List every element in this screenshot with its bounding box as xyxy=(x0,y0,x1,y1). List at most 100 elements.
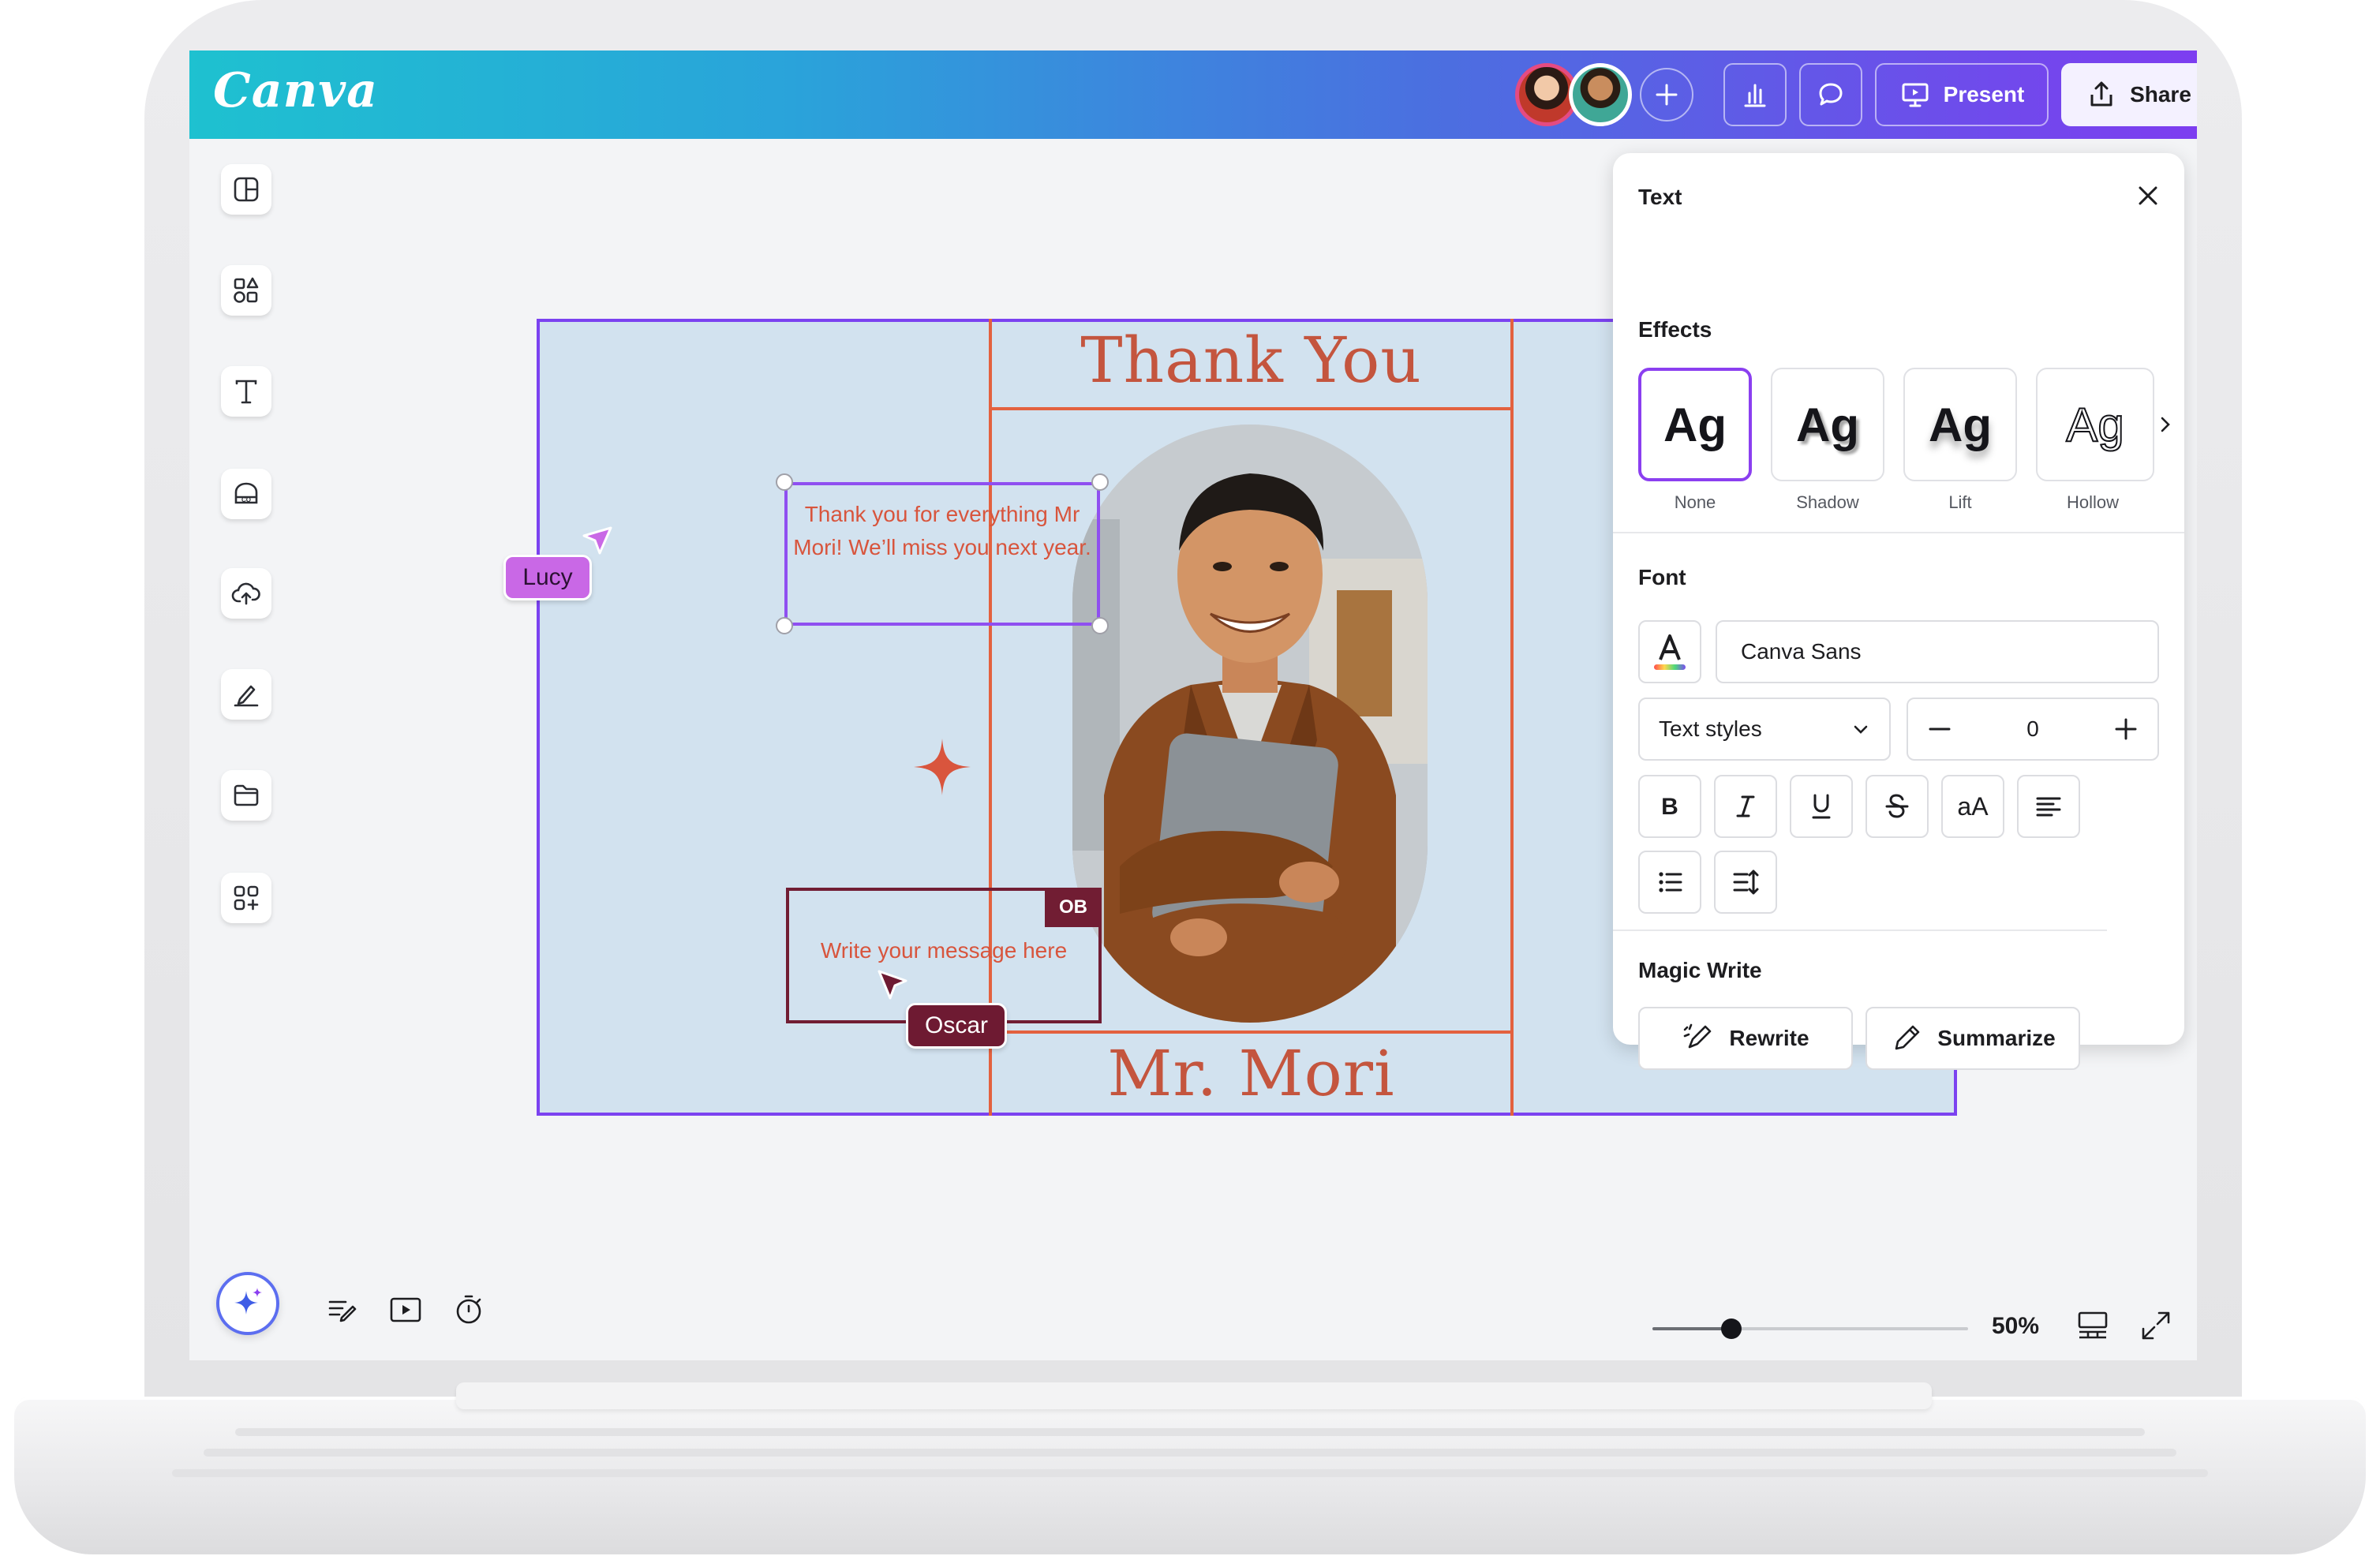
pencil-icon xyxy=(1895,1025,1920,1050)
summarize-button[interactable]: Summarize xyxy=(1865,1007,2080,1070)
message-placeholder-text[interactable]: Write your message here xyxy=(821,938,1067,963)
font-size-stepper[interactable]: 0 xyxy=(1907,698,2159,761)
resize-handle[interactable] xyxy=(1091,473,1109,491)
share-button[interactable]: Share xyxy=(2061,63,2197,126)
italic-icon xyxy=(1736,795,1755,817)
chevron-right-icon[interactable] xyxy=(2156,413,2175,436)
keyboard-row xyxy=(235,1428,2145,1436)
section-divider xyxy=(1613,532,2184,533)
canva-editor-screen: Canva Present Share CO Thank You Mr. Mor… xyxy=(189,50,2197,1360)
text-color-icon xyxy=(1654,634,1686,670)
magic-button[interactable] xyxy=(216,1272,279,1335)
text-styles-label: Text styles xyxy=(1659,716,1762,741)
rail-projects-button[interactable] xyxy=(221,770,271,821)
canva-logo[interactable]: Canva xyxy=(213,63,378,118)
keyboard-row xyxy=(172,1469,2208,1477)
bar-chart-icon xyxy=(1744,84,1766,107)
collaborator-cursor-lucy: Lucy xyxy=(503,555,592,600)
timer-icon[interactable] xyxy=(451,1292,486,1327)
page-grid-icon[interactable] xyxy=(2075,1308,2110,1343)
rewrite-button[interactable]: Rewrite xyxy=(1638,1007,1853,1070)
rail-brand-button[interactable]: CO xyxy=(221,469,271,519)
share-icon xyxy=(2090,81,2112,107)
plus-icon xyxy=(1656,84,1678,106)
effect-sample: Ag xyxy=(1796,398,1859,451)
folder-icon xyxy=(234,784,259,806)
resize-handle[interactable] xyxy=(1091,617,1109,634)
rail-design-button[interactable] xyxy=(221,164,271,215)
italic-button[interactable] xyxy=(1714,775,1777,838)
effect-hollow-option[interactable]: Ag xyxy=(2036,368,2154,481)
font-family-field[interactable]: Canva Sans xyxy=(1716,620,2159,683)
play-icon[interactable] xyxy=(388,1292,423,1327)
add-collaborator-button[interactable] xyxy=(1640,68,1693,122)
present-icon xyxy=(1902,83,1929,107)
letter-case-button[interactable]: aA xyxy=(1941,775,2004,838)
panel-title: Text xyxy=(1638,185,1682,209)
present-button[interactable]: Present xyxy=(1875,63,2049,126)
text-icon xyxy=(235,380,257,404)
lucy-cursor-icon xyxy=(582,526,612,555)
chevron-down-icon xyxy=(1854,725,1868,734)
rewrite-label: Rewrite xyxy=(1729,1026,1809,1050)
rail-text-button[interactable] xyxy=(221,366,271,417)
zoom-slider[interactable] xyxy=(1652,1318,1968,1339)
font-size-value[interactable]: 0 xyxy=(2026,716,2039,742)
collaborator-avatar[interactable] xyxy=(1569,63,1632,126)
collaborator-cursor-oscar: Oscar xyxy=(906,1003,1007,1049)
effect-lift-option[interactable]: Ag xyxy=(1903,368,2017,481)
sparkle-icon[interactable] xyxy=(914,739,971,795)
summarize-label: Summarize xyxy=(1937,1026,2056,1050)
letter-case-label: aA xyxy=(1957,791,1989,821)
close-icon[interactable] xyxy=(2134,181,2162,210)
effect-none-option[interactable]: Ag xyxy=(1638,368,1752,481)
comment-icon xyxy=(1819,83,1843,106)
share-label: Share xyxy=(2130,82,2191,107)
text-color-button[interactable] xyxy=(1638,620,1701,683)
underline-icon xyxy=(1812,794,1831,819)
laptop-hinge xyxy=(456,1382,1932,1409)
resize-handle[interactable] xyxy=(776,617,793,634)
rail-elements-button[interactable] xyxy=(221,265,271,316)
insights-button[interactable] xyxy=(1723,63,1787,126)
keyboard-row xyxy=(204,1449,2176,1457)
align-left-icon xyxy=(2036,797,2061,817)
alignment-button[interactable] xyxy=(2017,775,2080,838)
text-styles-dropdown[interactable]: Text styles xyxy=(1638,698,1891,761)
effect-sample: Ag xyxy=(2065,398,2124,452)
portrait-photo[interactable] xyxy=(1072,425,1428,1023)
effect-label-shadow: Shadow xyxy=(1796,492,1859,512)
effect-shadow-option[interactable]: Ag xyxy=(1771,368,1884,481)
list-button[interactable] xyxy=(1638,851,1701,914)
rail-draw-button[interactable] xyxy=(221,669,271,720)
spacing-button[interactable] xyxy=(1714,851,1777,914)
minus-icon[interactable] xyxy=(1924,713,1955,745)
layout-icon xyxy=(234,177,259,202)
message-text-box[interactable]: Thank you for everything Mr Mori! We’ll … xyxy=(784,482,1100,626)
resize-handle[interactable] xyxy=(776,473,793,491)
notes-icon[interactable] xyxy=(325,1292,360,1327)
effect-sample: Ag xyxy=(1929,398,1992,451)
zoom-level[interactable]: 50% xyxy=(1992,1313,2039,1340)
design-name-text[interactable]: Mr. Mori xyxy=(992,1037,1510,1110)
zoom-slider-thumb[interactable] xyxy=(1721,1318,1742,1339)
svg-text:CO: CO xyxy=(241,496,251,503)
message-text[interactable]: Thank you for everything Mr Mori! We’ll … xyxy=(793,502,1091,559)
present-label: Present xyxy=(1943,82,2025,107)
fullscreen-icon[interactable] xyxy=(2139,1308,2173,1343)
rail-uploads-button[interactable] xyxy=(221,568,271,619)
portrait-illustration xyxy=(1072,425,1428,1023)
underline-button[interactable] xyxy=(1790,775,1853,838)
bold-button[interactable]: B xyxy=(1638,775,1701,838)
plus-icon[interactable] xyxy=(2110,713,2142,745)
text-panel: Text Effects Ag Ag Ag Ag None Shadow Lif… xyxy=(1613,153,2184,1070)
comments-button[interactable] xyxy=(1799,63,1862,126)
strikethrough-button[interactable] xyxy=(1865,775,1929,838)
design-title[interactable]: Thank You xyxy=(992,324,1510,397)
rewrite-icon xyxy=(1684,1023,1712,1049)
top-bar: Canva Present Share xyxy=(189,50,2197,139)
rail-apps-button[interactable] xyxy=(221,873,271,923)
laptop-base xyxy=(14,1397,2366,1554)
oscar-cursor-icon xyxy=(878,970,907,1000)
zoom-slider-fill xyxy=(1652,1327,1731,1330)
